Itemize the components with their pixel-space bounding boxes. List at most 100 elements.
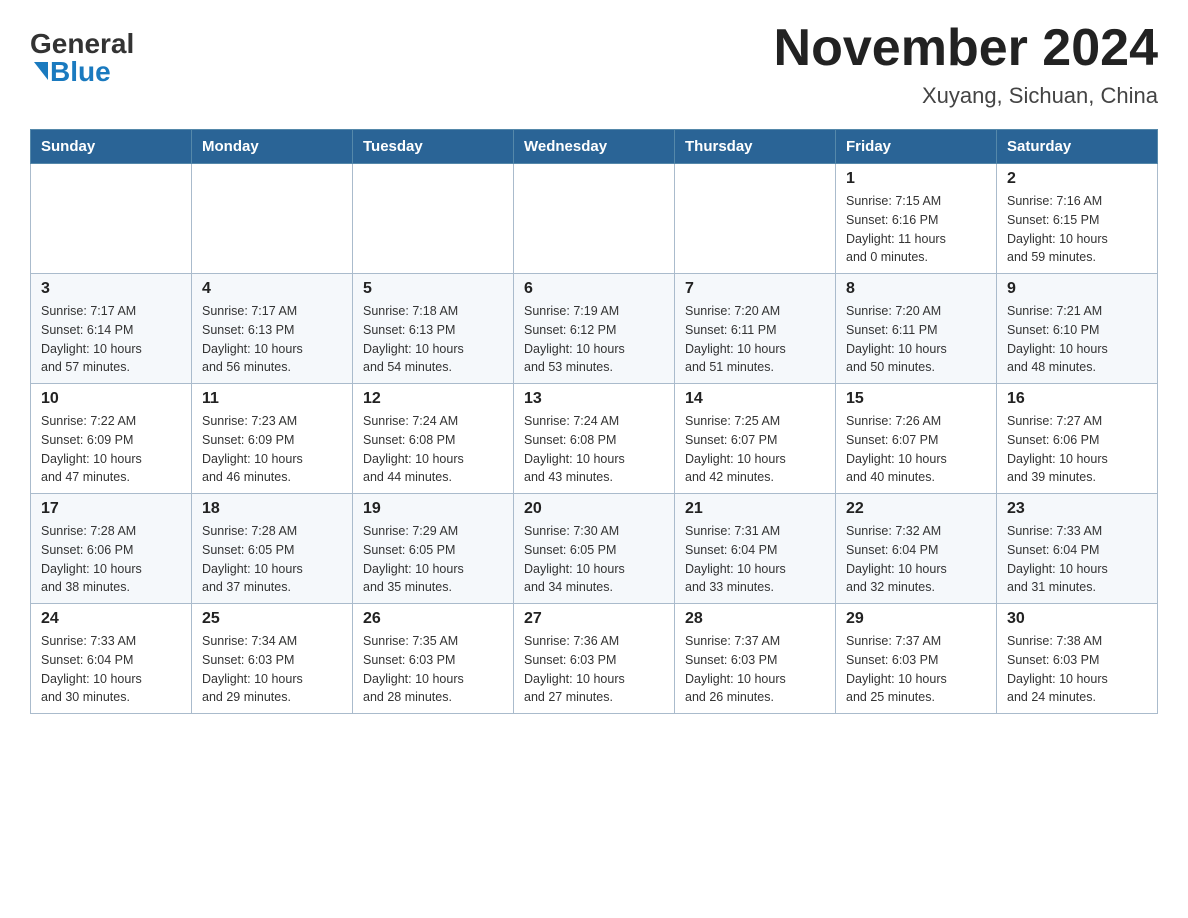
calendar-day-cell: 19 Sunrise: 7:29 AMSunset: 6:05 PMDayligh… [353,494,514,604]
calendar-day-cell: 17 Sunrise: 7:28 AMSunset: 6:06 PMDayligh… [31,494,192,604]
column-header-tuesday: Tuesday [353,130,514,164]
day-info: Sunrise: 7:30 AMSunset: 6:05 PMDaylight:… [524,522,664,597]
calendar-day-cell: 4 Sunrise: 7:17 AMSunset: 6:13 PMDaylight… [192,274,353,384]
day-number: 20 [524,500,664,518]
calendar-week-row: 17 Sunrise: 7:28 AMSunset: 6:06 PMDayligh… [31,494,1158,604]
calendar-day-cell: 28 Sunrise: 7:37 AMSunset: 6:03 PMDayligh… [675,604,836,714]
day-number: 1 [846,170,986,188]
calendar-day-cell: 2Sunrise: 7:16 AMSunset: 6:15 PMDaylight… [997,164,1158,274]
calendar-day-cell: 25Sunrise: 7:34 AMSunset: 6:03 PMDayligh… [192,604,353,714]
day-number: 19 [363,500,503,518]
column-header-saturday: Saturday [997,130,1158,164]
day-number: 9 [1007,280,1147,298]
column-header-thursday: Thursday [675,130,836,164]
calendar-day-cell: 30 Sunrise: 7:38 AMSunset: 6:03 PMDayligh… [997,604,1158,714]
day-info: Sunrise: 7:37 AMSunset: 6:03 PMDaylight:… [685,632,825,707]
calendar-day-cell: 5Sunrise: 7:18 AMSunset: 6:13 PMDaylight… [353,274,514,384]
day-number: 2 [1007,170,1147,188]
day-info: Sunrise: 7:17 AMSunset: 6:13 PMDaylight:… [202,302,342,377]
calendar-day-cell: 13Sunrise: 7:24 AMSunset: 6:08 PMDayligh… [514,384,675,494]
calendar-day-cell: 24 Sunrise: 7:33 AMSunset: 6:04 PMDayligh… [31,604,192,714]
location-title: Xuyang, Sichuan, China [774,83,1158,109]
day-info: Sunrise: 7:21 AMSunset: 6:10 PMDaylight:… [1007,302,1147,377]
calendar-week-row: 3 Sunrise: 7:17 AMSunset: 6:14 PMDaylight… [31,274,1158,384]
day-number: 16 [1007,390,1147,408]
day-info: Sunrise: 7:33 AMSunset: 6:04 PMDaylight:… [1007,522,1147,597]
day-number: 23 [1007,500,1147,518]
month-title: November 2024 [774,20,1158,77]
calendar-day-cell: 12 Sunrise: 7:24 AMSunset: 6:08 PMDayligh… [353,384,514,494]
day-info: Sunrise: 7:27 AMSunset: 6:06 PMDaylight:… [1007,412,1147,487]
day-number: 4 [202,280,342,298]
calendar-day-cell: 27 Sunrise: 7:36 AMSunset: 6:03 PMDayligh… [514,604,675,714]
calendar-day-cell: 16 Sunrise: 7:27 AMSunset: 6:06 PMDayligh… [997,384,1158,494]
calendar-day-cell: 20 Sunrise: 7:30 AMSunset: 6:05 PMDayligh… [514,494,675,604]
day-info: Sunrise: 7:33 AMSunset: 6:04 PMDaylight:… [41,632,181,707]
calendar-day-cell: 26Sunrise: 7:35 AMSunset: 6:03 PMDayligh… [353,604,514,714]
calendar-day-cell: 22Sunrise: 7:32 AMSunset: 6:04 PMDayligh… [836,494,997,604]
day-number: 5 [363,280,503,298]
calendar-week-row: 10 Sunrise: 7:22 AMSunset: 6:09 PMDayligh… [31,384,1158,494]
day-info: Sunrise: 7:15 AMSunset: 6:16 PMDaylight:… [846,192,986,267]
day-info: Sunrise: 7:31 AMSunset: 6:04 PMDaylight:… [685,522,825,597]
day-number: 12 [363,390,503,408]
calendar-day-cell: 15 Sunrise: 7:26 AMSunset: 6:07 PMDayligh… [836,384,997,494]
calendar-day-cell: 23 Sunrise: 7:33 AMSunset: 6:04 PMDayligh… [997,494,1158,604]
calendar-day-cell: 7 Sunrise: 7:20 AMSunset: 6:11 PMDaylight… [675,274,836,384]
day-info: Sunrise: 7:19 AMSunset: 6:12 PMDaylight:… [524,302,664,377]
calendar-week-row: 24 Sunrise: 7:33 AMSunset: 6:04 PMDayligh… [31,604,1158,714]
calendar-day-cell [31,164,192,274]
title-area: November 2024 Xuyang, Sichuan, China [774,20,1158,109]
day-info: Sunrise: 7:23 AMSunset: 6:09 PMDaylight:… [202,412,342,487]
logo-blue-text: Blue [50,58,111,86]
day-info: Sunrise: 7:28 AMSunset: 6:06 PMDaylight:… [41,522,181,597]
day-number: 29 [846,610,986,628]
day-number: 3 [41,280,181,298]
day-number: 8 [846,280,986,298]
logo-general-text: General [30,30,134,58]
day-info: Sunrise: 7:20 AMSunset: 6:11 PMDaylight:… [846,302,986,377]
calendar-day-cell: 1 Sunrise: 7:15 AMSunset: 6:16 PMDaylight… [836,164,997,274]
calendar-day-cell: 11 Sunrise: 7:23 AMSunset: 6:09 PMDayligh… [192,384,353,494]
day-number: 30 [1007,610,1147,628]
column-header-friday: Friday [836,130,997,164]
day-info: Sunrise: 7:24 AMSunset: 6:08 PMDaylight:… [524,412,664,487]
day-info: Sunrise: 7:24 AMSunset: 6:08 PMDaylight:… [363,412,503,487]
day-info: Sunrise: 7:34 AMSunset: 6:03 PMDaylight:… [202,632,342,707]
calendar-day-cell [353,164,514,274]
logo-arrow-icon [34,62,48,80]
calendar-day-cell: 21 Sunrise: 7:31 AMSunset: 6:04 PMDayligh… [675,494,836,604]
calendar-week-row: 1 Sunrise: 7:15 AMSunset: 6:16 PMDaylight… [31,164,1158,274]
calendar-day-cell: 14Sunrise: 7:25 AMSunset: 6:07 PMDayligh… [675,384,836,494]
day-number: 11 [202,390,342,408]
calendar-day-cell: 6 Sunrise: 7:19 AMSunset: 6:12 PMDaylight… [514,274,675,384]
calendar-day-cell [514,164,675,274]
calendar-day-cell: 8 Sunrise: 7:20 AMSunset: 6:11 PMDaylight… [836,274,997,384]
day-number: 17 [41,500,181,518]
day-info: Sunrise: 7:17 AMSunset: 6:14 PMDaylight:… [41,302,181,377]
day-number: 7 [685,280,825,298]
day-number: 10 [41,390,181,408]
day-number: 21 [685,500,825,518]
calendar-day-cell: 9 Sunrise: 7:21 AMSunset: 6:10 PMDaylight… [997,274,1158,384]
day-info: Sunrise: 7:28 AMSunset: 6:05 PMDaylight:… [202,522,342,597]
day-info: Sunrise: 7:22 AMSunset: 6:09 PMDaylight:… [41,412,181,487]
logo: General Blue [30,20,134,86]
day-info: Sunrise: 7:36 AMSunset: 6:03 PMDaylight:… [524,632,664,707]
calendar-table: SundayMondayTuesdayWednesdayThursdayFrid… [30,129,1158,714]
day-info: Sunrise: 7:20 AMSunset: 6:11 PMDaylight:… [685,302,825,377]
day-number: 6 [524,280,664,298]
day-number: 28 [685,610,825,628]
day-info: Sunrise: 7:38 AMSunset: 6:03 PMDaylight:… [1007,632,1147,707]
day-number: 26 [363,610,503,628]
calendar-day-cell: 10 Sunrise: 7:22 AMSunset: 6:09 PMDayligh… [31,384,192,494]
day-info: Sunrise: 7:32 AMSunset: 6:04 PMDaylight:… [846,522,986,597]
day-number: 15 [846,390,986,408]
day-number: 27 [524,610,664,628]
day-number: 18 [202,500,342,518]
day-number: 14 [685,390,825,408]
day-info: Sunrise: 7:26 AMSunset: 6:07 PMDaylight:… [846,412,986,487]
day-info: Sunrise: 7:29 AMSunset: 6:05 PMDaylight:… [363,522,503,597]
day-number: 24 [41,610,181,628]
calendar-day-cell: 3 Sunrise: 7:17 AMSunset: 6:14 PMDaylight… [31,274,192,384]
